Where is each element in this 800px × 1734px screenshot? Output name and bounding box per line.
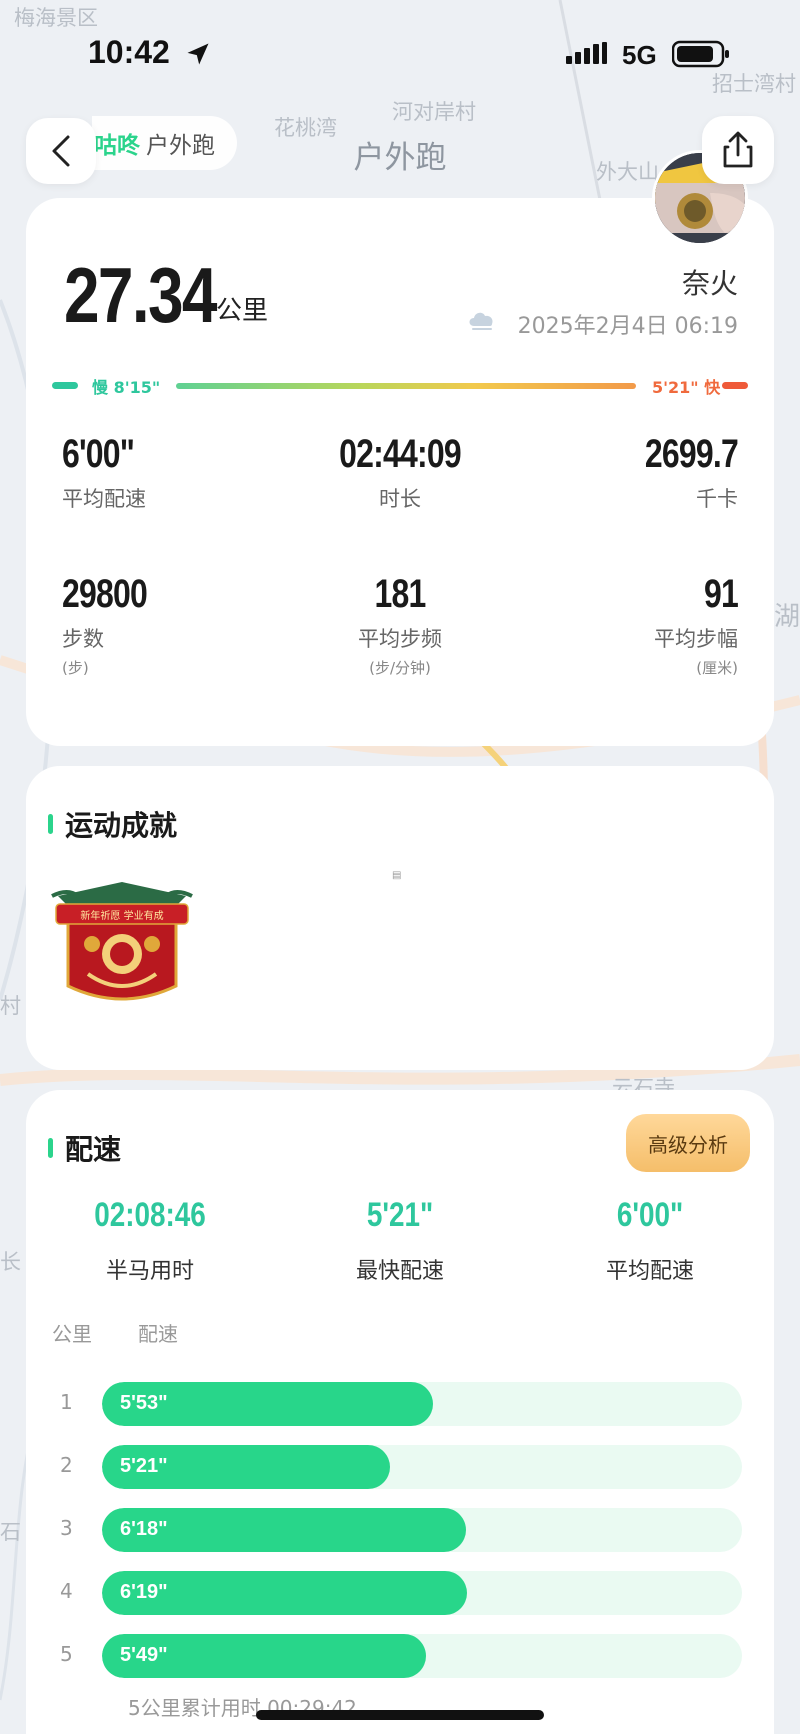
split-km: 4 [60,1579,73,1603]
pace-summary-label: 半马用时 [105,1259,194,1284]
advanced-analysis-button[interactable]: 高级分析 [626,1114,750,1172]
split-bar-track: 5'53" [102,1382,742,1426]
split-km: 5 [60,1642,73,1666]
split-bar-track: 6'18" [102,1508,742,1552]
column-header-km: 公里 [52,1322,92,1346]
map-label: 招士湾村 [712,72,796,96]
split-pace-label: 6'19" [120,1581,168,1603]
pace-scale-gradient [176,383,636,389]
stat-value: 6'00" [62,432,135,476]
stat-label: 千卡 [696,487,738,511]
tiny-mark: ▤ [392,870,402,881]
map-label: 长 [0,1250,21,1274]
split-km: 1 [60,1390,73,1414]
split-bar-track: 5'21" [102,1445,742,1489]
pace-summary-fastest: 5'21" 最快配速 [270,1196,530,1285]
stat-label: 步数 [62,627,104,651]
split-row: 1 5'53" [48,1382,752,1426]
pace-summary-average: 6'00" 平均配速 [520,1196,780,1285]
split-pace-label: 5'49" [120,1644,168,1666]
achievements-title: 运动成就 [65,809,178,842]
network-type: 5G [622,40,657,70]
split-row: 4 6'19" [48,1571,752,1615]
split-bar-track: 6'19" [102,1571,742,1615]
pace-scale-fast-label: 5'21" 快 [652,378,721,397]
distance-value: 27.34 [64,251,218,339]
map-label: 村 [0,994,21,1018]
cloudy-icon [469,312,493,330]
stat-unit: (厘米) [696,659,738,677]
stat-duration: 02:44:09 时长 [280,432,520,513]
split-row: 2 5'21" [48,1445,752,1489]
home-indicator [256,1710,544,1720]
map-label: 湖 [774,602,800,632]
stat-label: 平均配速 [62,487,146,511]
split-row: 3 6'18" [48,1508,752,1552]
section-accent-bar [48,1138,53,1158]
pace-scale-slow-label: 慢 8'15" [92,378,161,397]
status-time: 10:42 [88,34,170,70]
achievement-badge[interactable]: 新年祈愿 学业有成 [48,878,196,1010]
stat-value: 181 [374,572,427,616]
stat-label: 时长 [379,487,421,511]
column-header-pace: 配速 [138,1322,178,1346]
achievements-card: 运动成就 ▤ 新年祈愿 学业有成 [26,766,774,1070]
stat-value: 2699.7 [644,432,739,476]
location-arrow-icon [187,43,209,65]
new-year-badge-icon: 新年祈愿 学业有成 [51,882,193,1001]
pace-summary-label: 最快配速 [355,1259,444,1284]
runner-name: 奈火 [681,267,738,300]
pace-title: 配速 [65,1133,122,1166]
map-label: 河对岸村 [392,100,476,124]
split-row: 5 5'49" [48,1634,752,1678]
split-bar-track: 5'49" [102,1634,742,1678]
stat-stride: 91 平均步幅 (厘米) [498,572,739,678]
stat-unit: (步) [62,659,89,677]
pace-scale-fast-marker [722,382,748,389]
pace-scale-slow-marker [52,382,78,389]
share-icon [723,131,753,168]
stat-label: 平均步幅 [654,627,738,651]
pace-header: 配速 [48,1128,121,1168]
pace-card: 配速 高级分析 02:08:46 半马用时 5'21" 最快配速 6'00" 平… [26,1090,774,1734]
stat-label: 平均步频 [358,627,442,651]
pace-summary-label: 平均配速 [605,1259,694,1284]
signal-icon [566,42,607,64]
summary-card: 27.34 公里 奈火 2025年2月4日 06:19 慢 8'15" 5'21… [26,198,774,746]
pace-summary-value: 02:08:46 [94,1196,206,1234]
pace-scale: 慢 8'15" 5'21" 快 [52,374,748,398]
share-button[interactable] [702,116,774,184]
section-accent-bar [48,814,53,834]
stat-avg-pace: 6'00" 平均配速 [62,432,302,513]
stat-steps: 29800 步数 (步) [62,572,302,678]
stat-calories: 2699.7 千卡 [498,432,739,513]
pace-summary-value: 5'21" [366,1196,434,1234]
pace-summary-half-marathon: 02:08:46 半马用时 [20,1196,280,1285]
split-km: 2 [60,1453,73,1477]
battery-icon [672,40,729,68]
distance-unit: 公里 [216,296,269,326]
stat-unit: (步/分钟) [369,659,431,677]
split-km: 3 [60,1516,73,1540]
stat-value: 29800 [62,572,148,616]
achievements-header: 运动成就 [48,804,177,844]
map-label: 石 [0,1520,21,1544]
split-pace-label: 6'18" [120,1518,168,1540]
map-label: 梅海景区 [14,6,98,30]
stat-value: 91 [704,572,739,616]
pace-summary-value: 6'00" [616,1196,684,1234]
split-pace-label: 5'53" [120,1392,168,1414]
stat-value: 02:44:09 [339,432,462,476]
stat-cadence: 181 平均步频 (步/分钟) [280,572,520,678]
split-pace-label: 5'21" [120,1455,168,1477]
run-date: 2025年2月4日 06:19 [517,314,738,339]
badge-text: 新年祈愿 学业有成 [80,909,163,922]
